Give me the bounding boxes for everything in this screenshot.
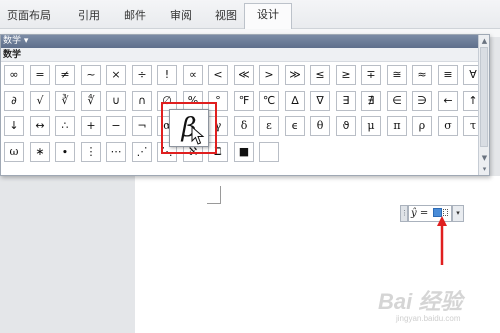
symbol-button[interactable]: ∞	[4, 65, 24, 85]
symbol-button[interactable]: =	[30, 65, 50, 85]
symbol-button[interactable]: !	[157, 65, 177, 85]
symbol-button[interactable]: ∆	[285, 91, 305, 111]
symbol-button[interactable]: θ	[310, 116, 330, 136]
equation-text: ŷ =	[411, 208, 429, 219]
symbol-button[interactable]: >	[259, 65, 279, 85]
symbol-gallery: 数学 ▾ 数学 ∞ = ≠ ~ × ÷! ∝ < ≪ > ≫ ≤ ≥ ∓ ≅ ≈ ≡ ∀ ∂ √ ∛ ∜ ∪ ∩ ∅% ° ℉ ℃ ∆ ∇…	[0, 34, 490, 176]
symbol-button[interactable]: ϑ	[336, 116, 356, 136]
symbol-button[interactable]: ∇	[310, 91, 330, 111]
symbol-button[interactable]: ≪	[234, 65, 254, 85]
symbol-button[interactable]: ←	[438, 91, 458, 111]
symbol-button[interactable]: ↔	[30, 116, 50, 136]
tab-design[interactable]: 设计	[244, 3, 292, 30]
equation-options-dropdown[interactable]: ▾	[452, 205, 464, 222]
tab-mailings[interactable]: 邮件	[114, 5, 156, 29]
symbol-button[interactable]: ¬	[132, 116, 152, 136]
symbol-button[interactable]: ∛	[55, 91, 75, 111]
symbol-button[interactable]: ρ	[412, 116, 432, 136]
margin-corner-mark	[207, 186, 221, 204]
symbol-button[interactable]: ∜	[81, 91, 101, 111]
symbol-button[interactable]: ∪	[106, 91, 126, 111]
symbol-button[interactable]: ℃	[259, 91, 279, 111]
symbol-button[interactable]: ∴	[55, 116, 75, 136]
symbol-button[interactable]: ∓	[361, 65, 381, 85]
symbol-button[interactable]: ε	[259, 116, 279, 136]
gallery-section-title: 数学	[1, 48, 479, 62]
symbol-button[interactable]: ω	[4, 142, 24, 162]
symbol-button[interactable]	[259, 142, 279, 162]
symbol-button[interactable]: ⋰	[132, 142, 152, 162]
symbol-button[interactable]: ∂	[4, 91, 24, 111]
symbol-button[interactable]: ≥	[336, 65, 356, 85]
symbol-button[interactable]: ∋	[412, 91, 432, 111]
watermark-url: jingyan.baidu.com	[396, 314, 461, 323]
symbol-button[interactable]: ∙	[55, 142, 75, 162]
scroll-up-icon[interactable]: ▲	[480, 36, 489, 46]
symbol-button[interactable]: ↓	[4, 116, 24, 136]
symbol-button[interactable]: ×	[106, 65, 126, 85]
ribbon-tab-bar: 页面布局 引用 邮件 审阅 视图 设计	[0, 0, 500, 30]
symbol-button[interactable]: ∄	[361, 91, 381, 111]
equation-handle[interactable]: ⋮	[400, 205, 408, 222]
symbol-button[interactable]: ~	[81, 65, 101, 85]
symbol-button[interactable]: ϵ	[285, 116, 305, 136]
symbol-button[interactable]: ∗	[30, 142, 50, 162]
symbol-button[interactable]: σ	[438, 116, 458, 136]
scroll-more-icon[interactable]: ▾	[480, 164, 489, 174]
symbol-button[interactable]: ∝	[183, 65, 203, 85]
scroll-thumb[interactable]	[480, 47, 488, 147]
symbol-button[interactable]: √	[30, 91, 50, 111]
symbol-button[interactable]: ≫	[285, 65, 305, 85]
tab-view[interactable]: 视图	[205, 5, 247, 29]
symbol-button[interactable]: ÷	[132, 65, 152, 85]
symbol-button[interactable]: +	[81, 116, 101, 136]
symbol-button[interactable]: <	[208, 65, 228, 85]
symbol-button[interactable]: π	[387, 116, 407, 136]
symbol-button[interactable]: ⋮	[81, 142, 101, 162]
gallery-category-dropdown[interactable]: 数学 ▾	[1, 35, 479, 48]
symbol-button[interactable]: ⋯	[106, 142, 126, 162]
symbol-button[interactable]: ≠	[55, 65, 75, 85]
symbol-button[interactable]: δ	[234, 116, 254, 136]
tab-page-layout[interactable]: 页面布局	[0, 5, 58, 29]
symbol-button[interactable]: μ	[361, 116, 381, 136]
symbol-button[interactable]: ≅	[387, 65, 407, 85]
symbol-button[interactable]: ≡	[438, 65, 458, 85]
gallery-scrollbar[interactable]: ▲ ▼ ▾	[478, 35, 489, 175]
symbol-button[interactable]: ∈	[387, 91, 407, 111]
symbol-button[interactable]: ℉	[234, 91, 254, 111]
tab-review[interactable]: 审阅	[160, 5, 202, 29]
symbol-button[interactable]: ∩	[132, 91, 152, 111]
symbol-button[interactable]: ■	[234, 142, 254, 162]
symbol-button[interactable]: ≈	[412, 65, 432, 85]
symbol-button[interactable]: −	[106, 116, 126, 136]
mouse-pointer-icon	[191, 126, 205, 145]
symbol-button[interactable]: ≤	[310, 65, 330, 85]
tab-references[interactable]: 引用	[68, 5, 110, 29]
equation-object[interactable]: ⋮ ŷ = ▾	[400, 205, 464, 222]
watermark-logo: Bai 经验	[378, 289, 463, 314]
red-arrow-icon	[437, 216, 447, 265]
scroll-down-icon[interactable]: ▼	[480, 153, 489, 163]
symbol-button[interactable]: ∃	[336, 91, 356, 111]
